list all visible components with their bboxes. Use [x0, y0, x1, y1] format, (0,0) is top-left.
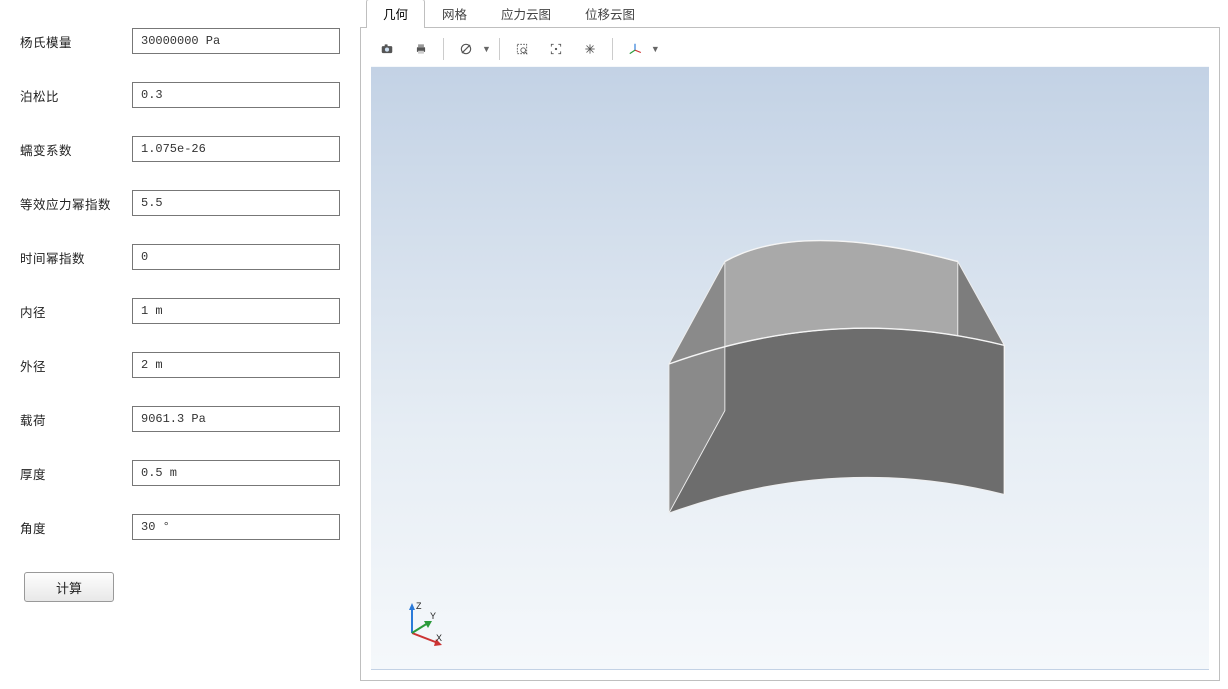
solid-model: [556, 187, 1024, 578]
form-row: 角度: [20, 514, 340, 540]
toolbar-separator: [612, 38, 613, 60]
field-label: 外径: [20, 356, 132, 375]
plot-toolbar: ▼: [371, 32, 1209, 66]
mask-dropdown-caret[interactable]: ▼: [482, 44, 491, 54]
print-icon[interactable]: [407, 35, 435, 63]
cross-icon[interactable]: [576, 35, 604, 63]
field-label: 泊松比: [20, 86, 132, 105]
form-row: 蠕变系数: [20, 136, 340, 162]
field-input[interactable]: [132, 352, 340, 378]
plot-area: ▼: [360, 28, 1220, 681]
field-label: 内径: [20, 302, 132, 321]
tab-2[interactable]: 应力云图: [484, 0, 568, 28]
form-row: 泊松比: [20, 82, 340, 108]
field-input[interactable]: [132, 298, 340, 324]
toolbar-separator: [499, 38, 500, 60]
field-input[interactable]: [132, 82, 340, 108]
mask-icon[interactable]: [452, 35, 480, 63]
tab-1[interactable]: 网格: [425, 0, 484, 28]
field-label: 等效应力幂指数: [20, 194, 132, 213]
field-label: 时间幂指数: [20, 248, 132, 267]
view-tabs: 几何网格应力云图位移云图: [360, 2, 1220, 28]
axes-icon[interactable]: [621, 35, 649, 63]
field-input[interactable]: [132, 244, 340, 270]
viewer-panel: 几何网格应力云图位移云图 ▼: [360, 0, 1228, 689]
form-row: 杨氏模量: [20, 28, 340, 54]
field-label: 杨氏模量: [20, 32, 132, 51]
zoom-rect-icon[interactable]: [508, 35, 536, 63]
field-label: 蠕变系数: [20, 140, 132, 159]
field-label: 角度: [20, 518, 132, 537]
field-label: 载荷: [20, 410, 132, 429]
axis-z-label: Z: [416, 601, 422, 611]
form-row: 时间幂指数: [20, 244, 340, 270]
field-input[interactable]: [132, 136, 340, 162]
axis-triad: Z Y X: [398, 601, 444, 647]
field-input[interactable]: [132, 406, 340, 432]
field-label: 厚度: [20, 464, 132, 483]
field-input[interactable]: [132, 28, 340, 54]
tab-3[interactable]: 位移云图: [568, 0, 652, 28]
tab-0[interactable]: 几何: [366, 0, 425, 28]
camera-icon[interactable]: [373, 35, 401, 63]
calculate-button[interactable]: 计算: [24, 572, 114, 602]
fit-icon[interactable]: [542, 35, 570, 63]
field-input[interactable]: [132, 514, 340, 540]
axes-dropdown-caret[interactable]: ▼: [651, 44, 660, 54]
form-row: 外径: [20, 352, 340, 378]
axis-x-label: X: [436, 633, 442, 643]
axis-y-label: Y: [430, 611, 436, 621]
form-row: 厚度: [20, 460, 340, 486]
geometry-canvas[interactable]: Z Y X: [371, 66, 1209, 670]
toolbar-separator: [443, 38, 444, 60]
form-row: 内径: [20, 298, 340, 324]
field-input[interactable]: [132, 460, 340, 486]
form-row: 载荷: [20, 406, 340, 432]
field-input[interactable]: [132, 190, 340, 216]
parameters-panel: 杨氏模量泊松比蠕变系数等效应力幂指数时间幂指数内径外径载荷厚度角度 计算: [0, 0, 360, 689]
form-row: 等效应力幂指数: [20, 190, 340, 216]
